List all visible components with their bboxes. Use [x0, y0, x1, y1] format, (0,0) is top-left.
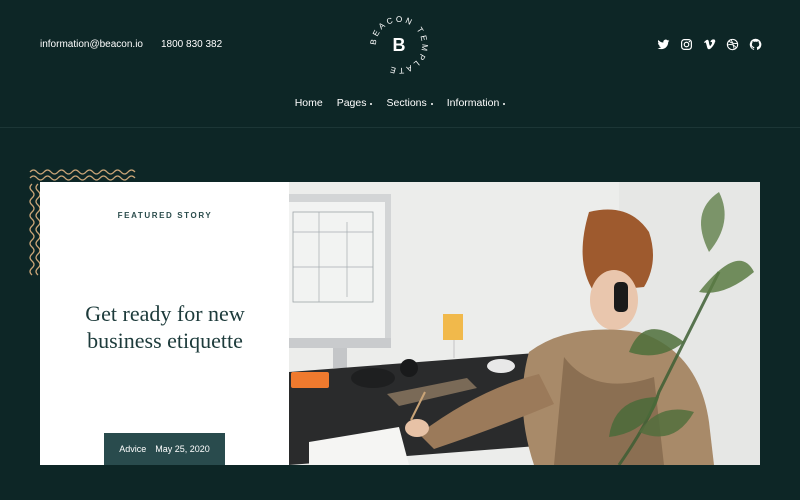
- logo-letter: B: [393, 35, 406, 55]
- nav-item-information[interactable]: Information: [447, 97, 506, 109]
- nav-item-label: Sections: [386, 97, 427, 109]
- featured-story-image[interactable]: [289, 182, 760, 465]
- dropdown-indicator-icon: [370, 102, 373, 105]
- vimeo-icon[interactable]: [703, 38, 716, 51]
- category-link[interactable]: Advice: [119, 444, 146, 454]
- dropdown-indicator-icon: [430, 102, 433, 105]
- nav-item-sections[interactable]: Sections: [386, 97, 433, 109]
- nav-item-label: Home: [294, 97, 323, 109]
- nav-item-pages[interactable]: Pages: [337, 97, 373, 109]
- email-link[interactable]: information@beacon.io: [40, 39, 143, 50]
- instagram-icon[interactable]: [680, 38, 693, 51]
- nav-item-label: Information: [446, 97, 500, 109]
- site-logo[interactable]: BEACON TEMPLATE B: [366, 12, 432, 78]
- github-icon[interactable]: [749, 38, 762, 51]
- dribbble-icon[interactable]: [726, 38, 739, 51]
- dropdown-indicator-icon: [503, 102, 506, 105]
- social-links: [657, 38, 762, 51]
- story-meta-bar: Advice May 25, 2020: [104, 433, 225, 465]
- twitter-icon[interactable]: [657, 38, 670, 51]
- headline-line-1: Get ready for new: [85, 301, 245, 326]
- featured-headline[interactable]: Get ready for new business etiquette: [40, 300, 290, 354]
- headline-line-2: business etiquette: [87, 328, 243, 353]
- publish-date: May 25, 2020: [155, 444, 210, 454]
- phone-link[interactable]: 1800 830 382: [161, 39, 222, 50]
- nav-item-home[interactable]: Home: [295, 97, 323, 109]
- featured-eyebrow: FEATURED STORY: [117, 211, 213, 220]
- nav-item-label: Pages: [336, 97, 367, 109]
- main-nav: Home Pages Sections Information: [0, 97, 800, 109]
- site-header: information@beacon.io 1800 830 382 BEACO…: [0, 0, 800, 128]
- contact-info: information@beacon.io 1800 830 382: [40, 39, 222, 50]
- featured-story-card[interactable]: FEATURED STORY Get ready for new busines…: [40, 182, 290, 465]
